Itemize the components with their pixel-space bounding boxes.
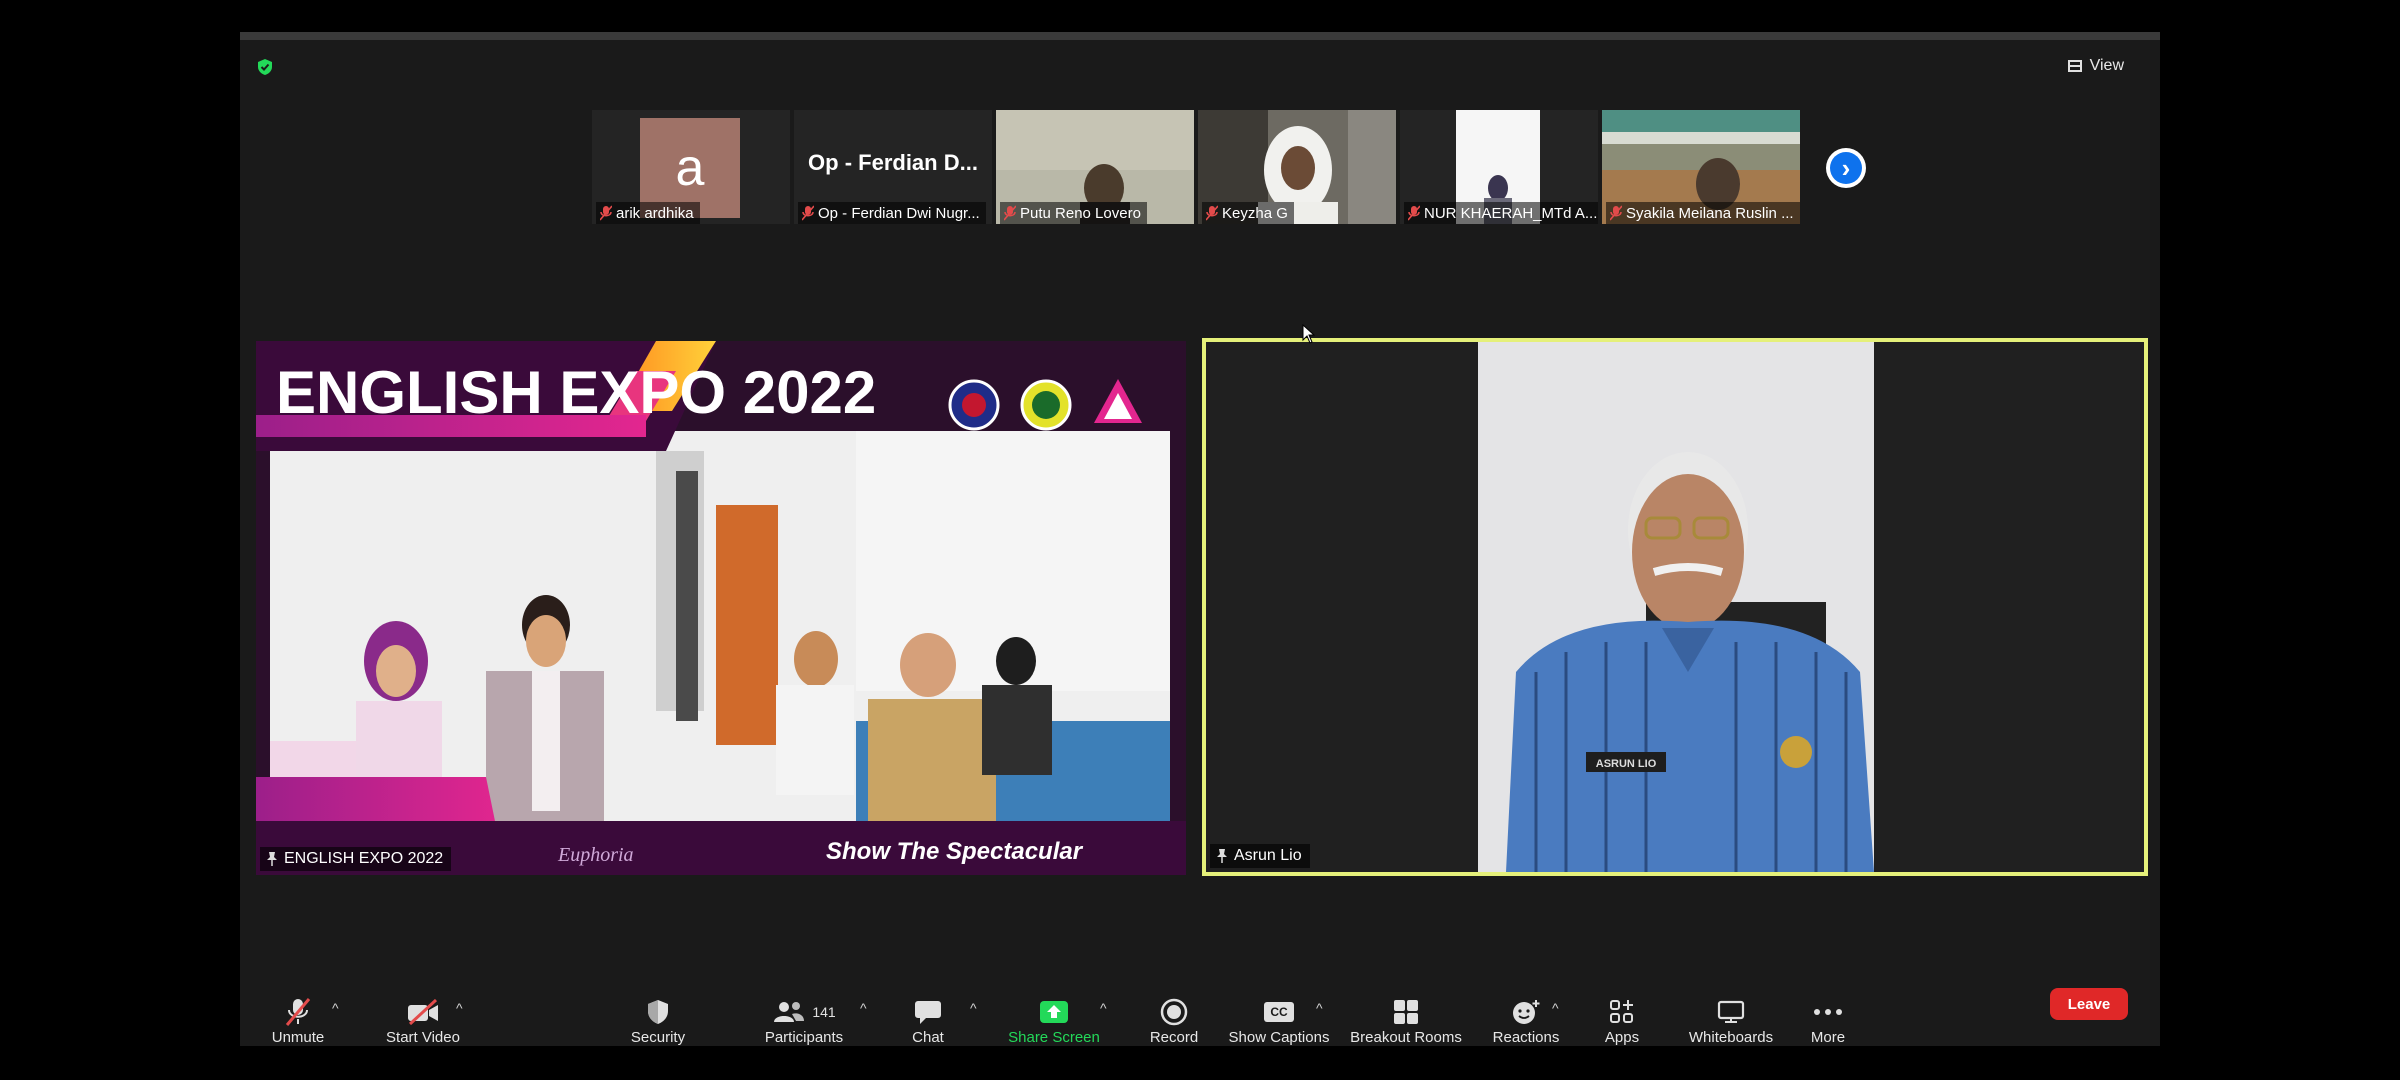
mic-muted-icon [1004, 205, 1016, 221]
record-button[interactable]: Record [1138, 980, 1210, 1046]
participant-name: Keyzha G [1222, 204, 1288, 222]
participants-button[interactable]: 141 Participants [754, 980, 854, 1046]
mouse-cursor-icon [1302, 324, 1316, 344]
participant-thumbnail-nur[interactable]: NUR KHAERAH_MTd A... [1400, 110, 1598, 224]
participant-name: Syakila Meilana Ruslin ... [1626, 204, 1794, 222]
captions-options-caret[interactable]: ^ [1316, 1000, 1323, 1016]
shield-icon [641, 996, 675, 1027]
breakout-rooms-icon [1389, 996, 1423, 1027]
share-options-caret[interactable]: ^ [1100, 1000, 1107, 1016]
speaker-video-feed: ASRUN LIO [1206, 342, 2144, 872]
apps-label: Apps [1604, 1029, 1640, 1046]
start-video-label: Start Video [386, 1029, 460, 1046]
participant-name-tag: Putu Reno Lovero [1000, 202, 1147, 224]
chat-options-caret[interactable]: ^ [970, 1000, 977, 1016]
cc-badge: CC [1264, 1001, 1294, 1022]
video-off-icon [406, 996, 440, 1027]
participant-name-tag: Keyzha G [1202, 202, 1294, 224]
video-tile-name: Asrun Lio [1234, 847, 1302, 864]
participant-name: arik ardhika [616, 204, 694, 222]
reactions-options-caret[interactable]: ^ [1552, 1000, 1559, 1016]
participants-icon-group: 141 [769, 996, 839, 1027]
pin-icon [1217, 849, 1227, 863]
next-page-button[interactable]: › [1826, 148, 1866, 188]
participants-count: 141 [812, 1003, 836, 1020]
view-label: View [2089, 57, 2124, 74]
video-tile-active-speaker[interactable]: ASRUN LIO Asrun Lio [1202, 338, 2148, 876]
mic-muted-icon [281, 996, 315, 1027]
mic-muted-icon [802, 205, 814, 221]
participant-thumbnail-ferdian[interactable]: Op - Ferdian D... Op - Ferdian Dwi Nugr.… [794, 110, 992, 224]
video-tile-english-expo[interactable]: ENGLISH EXPO 2022 Euphoria Show The Spec… [256, 341, 1186, 875]
video-tile-name: ENGLISH EXPO 2022 [284, 850, 444, 867]
closed-captions-icon: CC [1262, 996, 1296, 1027]
uniform-name-tag: ASRUN LIO [1596, 758, 1657, 770]
people-icon [774, 1001, 805, 1022]
breakout-rooms-label: Breakout Rooms [1350, 1029, 1462, 1046]
chat-label: Chat [912, 1029, 944, 1046]
chat-bubble-icon [911, 996, 945, 1027]
more-button[interactable]: More [1800, 980, 1856, 1046]
record-icon [1157, 996, 1191, 1027]
participant-name: Putu Reno Lovero [1020, 204, 1141, 222]
whiteboards-label: Whiteboards [1688, 1029, 1774, 1046]
video-tile-name-tag: Asrun Lio [1210, 844, 1310, 868]
mic-muted-icon [1408, 205, 1420, 221]
participants-label: Participants [764, 1029, 844, 1046]
more-label: More [1810, 1029, 1846, 1046]
participant-name-tag: Syakila Meilana Ruslin ... [1606, 202, 1800, 224]
video-options-caret[interactable]: ^ [456, 1000, 463, 1016]
security-button[interactable]: Security [620, 980, 696, 1046]
smiley-plus-icon [1509, 996, 1543, 1027]
participant-thumbnail-keyzha[interactable]: Keyzha G [1198, 110, 1396, 224]
mic-muted-icon [1610, 205, 1622, 221]
shared-video-feed: ENGLISH EXPO 2022 Euphoria Show The Spec… [256, 341, 1186, 875]
show-captions-label: Show Captions [1228, 1029, 1330, 1046]
reactions-label: Reactions [1492, 1029, 1560, 1046]
caption-show-the-spectacular: Show The Spectacular [826, 838, 1084, 865]
mic-muted-icon [600, 205, 612, 221]
leave-button[interactable]: Leave [2050, 988, 2128, 1020]
whiteboards-button[interactable]: Whiteboards [1678, 980, 1784, 1046]
participant-name: NUR KHAERAH_MTd A... [1424, 204, 1598, 222]
unmute-label: Unmute [271, 1029, 325, 1046]
breakout-rooms-button[interactable]: Breakout Rooms [1346, 980, 1466, 1046]
participant-thumbnail-arik[interactable]: a arik ardhika [592, 110, 790, 224]
share-screen-label: Share Screen [1008, 1029, 1100, 1046]
participant-name-tag: Op - Ferdian Dwi Nugr... [798, 202, 986, 224]
pin-icon [267, 852, 277, 866]
participant-name: Op - Ferdian Dwi Nugr... [818, 204, 980, 222]
caption-euphoria: Euphoria [557, 844, 634, 866]
share-screen-button[interactable]: Share Screen [1004, 980, 1104, 1046]
participant-thumbnail-syakila[interactable]: Syakila Meilana Ruslin ... [1602, 110, 1800, 224]
share-screen-icon [1037, 996, 1071, 1027]
participants-options-caret[interactable]: ^ [860, 1000, 867, 1016]
apps-button[interactable]: Apps [1596, 980, 1648, 1046]
meeting-toolbar: Unmute ^ Start Video ^ Security 141 Part… [240, 980, 2160, 1046]
security-label: Security [630, 1029, 686, 1046]
chat-button[interactable]: Chat [898, 980, 958, 1046]
chevron-right-icon: › [1830, 152, 1862, 184]
title-bar [240, 32, 2160, 40]
encryption-shield-icon[interactable] [256, 58, 274, 76]
apps-icon [1605, 996, 1639, 1027]
whiteboard-icon [1714, 996, 1748, 1027]
banner-title: ENGLISH EXPO 2022 [276, 359, 876, 426]
audio-options-caret[interactable]: ^ [332, 1000, 339, 1016]
participant-display-name: Op - Ferdian D... [808, 150, 978, 175]
unmute-button[interactable]: Unmute [262, 980, 334, 1046]
zoom-meeting-window: View a arik ardhika Op - Ferdian D... Op… [240, 32, 2160, 1046]
mic-muted-icon [1206, 205, 1218, 221]
more-dots-icon [1811, 996, 1845, 1027]
view-button[interactable]: View [2067, 52, 2124, 80]
participant-name-tag: NUR KHAERAH_MTd A... [1404, 202, 1598, 224]
video-tile-name-tag: ENGLISH EXPO 2022 [260, 847, 452, 871]
participant-name-tag: arik ardhika [596, 202, 700, 224]
grid-view-icon [2067, 60, 2082, 72]
record-label: Record [1149, 1029, 1199, 1046]
participant-thumbnail-putu[interactable]: Putu Reno Lovero [996, 110, 1194, 224]
